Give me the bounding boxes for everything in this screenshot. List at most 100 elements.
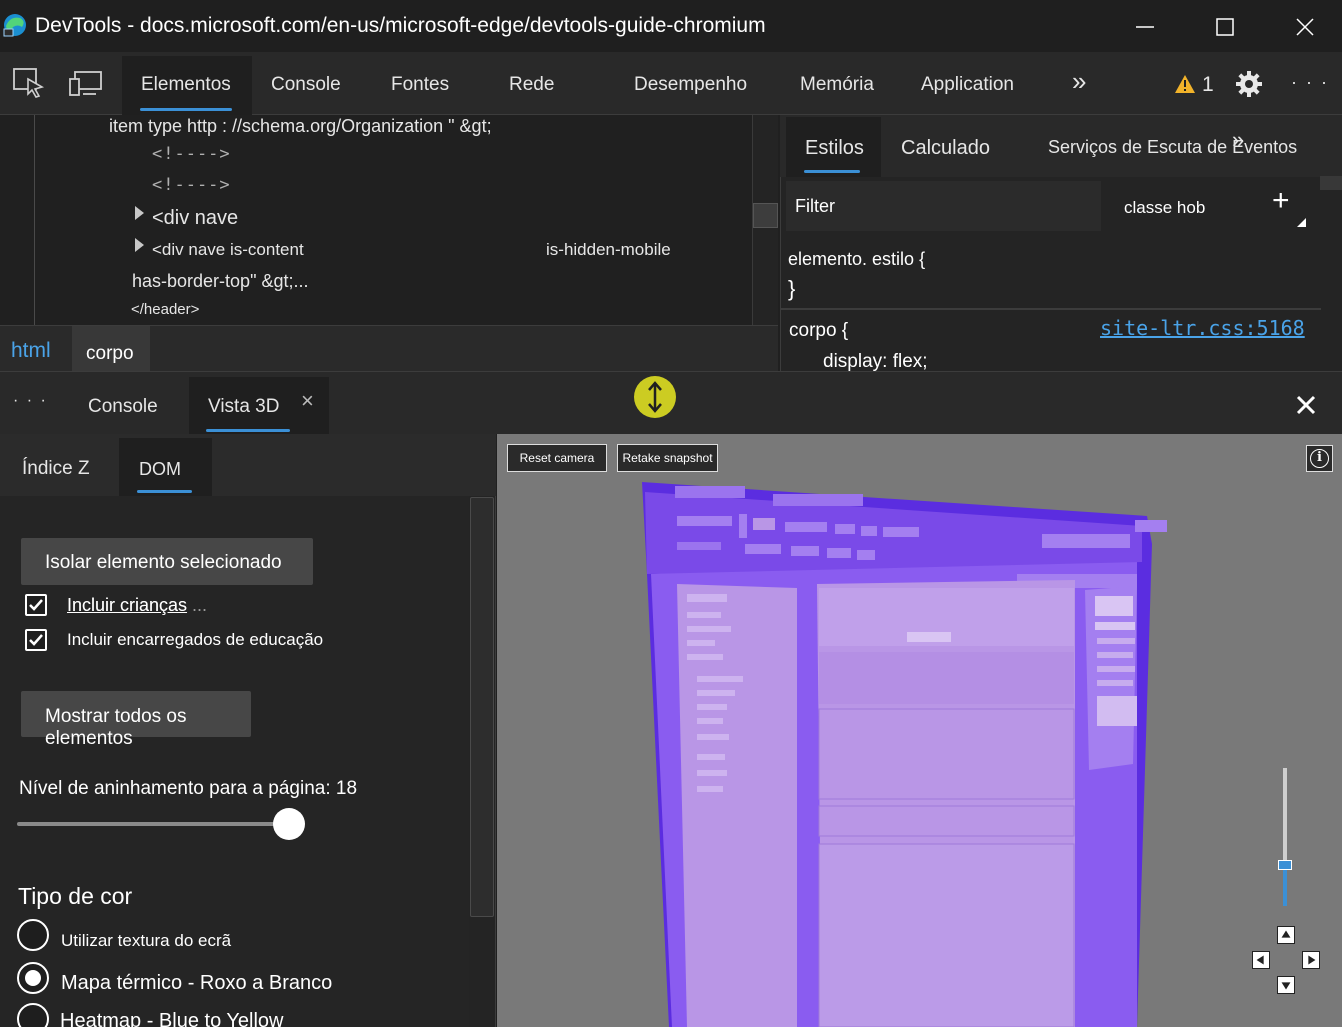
more-tabs-chevron-icon[interactable]: » — [1072, 66, 1086, 97]
tab-event-listeners[interactable]: Serviços de Escuta de Eventos — [1048, 137, 1297, 158]
resize-drag-handle[interactable] — [634, 376, 676, 418]
pan-left-icon[interactable] — [1252, 951, 1270, 969]
breadcrumb-body[interactable]: corpo — [86, 343, 134, 365]
warning-icon[interactable] — [1174, 74, 1196, 94]
tab-performance[interactable]: Desempenho — [634, 74, 747, 96]
new-rule-menu-corner-icon[interactable] — [1297, 218, 1306, 227]
window-title: DevTools - docs.microsoft.com/en-us/micr… — [35, 14, 766, 37]
rule-source-link[interactable]: site-ltr.css:5168 — [1100, 316, 1305, 340]
main-toolbar: Elementos Console Fontes Rede Desempenho… — [0, 52, 1342, 115]
isolate-selected-button[interactable]: Isolar elemento selecionado — [21, 538, 313, 585]
tab-dom[interactable]: DOM — [139, 459, 181, 480]
pan-right-icon[interactable] — [1302, 951, 1320, 969]
radio-heatmap-purple-white-label[interactable]: Mapa térmico - Roxo a Branco — [61, 972, 332, 995]
nesting-slider-thumb[interactable] — [273, 808, 305, 840]
tab-computed[interactable]: Calculado — [901, 137, 990, 160]
tab-z-index[interactable]: Índice Z — [22, 458, 90, 480]
pan-up-icon[interactable] — [1277, 926, 1295, 944]
close-tab-icon[interactable]: × — [301, 388, 314, 414]
hov-cls-toggle[interactable]: classe hob — [1124, 198, 1205, 218]
breadcrumb: html corpo — [0, 325, 778, 372]
3d-view-mode-tabs: Índice Z DOM — [0, 434, 496, 496]
dom-comment-node[interactable]: <!----> — [152, 175, 231, 195]
tab-sources[interactable]: Fontes — [391, 74, 449, 96]
dom-node-div-content[interactable]: <div nave is-content — [152, 240, 304, 260]
include-children-label[interactable]: Incluir crianças — [67, 595, 187, 616]
close-window-icon[interactable] — [1285, 12, 1325, 42]
include-children-checkbox[interactable] — [25, 594, 47, 616]
radio-selected-dot — [25, 970, 41, 986]
minimize-icon[interactable] — [1125, 12, 1165, 42]
3d-page-rendering[interactable] — [497, 434, 1342, 1027]
element-style-selector: elemento. estilo { — [788, 249, 926, 269]
include-parents-label[interactable]: Incluir encarregados de educação — [67, 630, 323, 650]
radio-screen-texture-label[interactable]: Utilizar textura do ecrã — [61, 931, 231, 951]
info-icon: i — [1310, 449, 1329, 468]
radio-heatmap-blue-yellow[interactable] — [17, 1003, 49, 1027]
tab-network[interactable]: Rede — [509, 74, 554, 96]
drawer-tab-3d-view[interactable]: Vista 3D — [208, 396, 279, 418]
checkmark-icon — [29, 599, 43, 611]
styles-active-tab-indicator — [804, 170, 860, 173]
tab-console[interactable]: Console — [271, 74, 341, 96]
edge-devtools-icon — [3, 14, 26, 37]
zoom-slider-fill — [1283, 864, 1287, 906]
window-titlebar: DevTools - docs.microsoft.com/en-us/micr… — [0, 0, 1342, 52]
tree-guide-line — [34, 115, 35, 325]
show-all-elements-button[interactable]: Mostrar todos os elementos — [21, 691, 251, 749]
more-styles-tabs-chevron-icon[interactable]: » — [1232, 127, 1244, 153]
drawer-more-icon[interactable]: · · · — [13, 392, 48, 410]
inspect-element-icon[interactable] — [12, 67, 46, 99]
tab-memory[interactable]: Memória — [800, 74, 874, 96]
dom-scrollbar-thumb[interactable] — [753, 203, 778, 228]
tab-styles[interactable]: Estilos — [805, 137, 864, 160]
radio-heatmap-purple-white[interactable] — [17, 962, 49, 994]
more-options-icon[interactable]: · · · — [1291, 72, 1329, 93]
new-style-rule-icon[interactable]: + — [1272, 186, 1290, 216]
maximize-icon[interactable] — [1205, 12, 1245, 42]
drawer-active-tab-indicator — [206, 429, 290, 432]
breadcrumb-html[interactable]: html — [11, 339, 51, 363]
filter-placeholder: Filter — [795, 196, 835, 216]
dom-tree-pane: item type http : //schema.org/Organizati… — [0, 115, 778, 325]
css-property-display[interactable]: display: flex; — [823, 351, 928, 373]
panel-active-tab-indicator — [137, 490, 192, 493]
tab-elements[interactable]: Elementos — [141, 74, 231, 96]
close-drawer-icon[interactable] — [1295, 394, 1317, 416]
rule-divider — [781, 308, 1321, 310]
expand-triangle-icon[interactable] — [135, 238, 144, 252]
nesting-level-label: Nível de aninhamento para a página: 18 — [19, 778, 358, 799]
dom-comment-node[interactable]: <!----> — [152, 144, 231, 164]
reset-camera-button[interactable]: Reset camera — [507, 444, 607, 472]
dom-node-div-nav[interactable]: <div nave — [152, 207, 238, 230]
radio-heatmap-blue-yellow-label[interactable]: Heatmap - Blue to Yellow — [60, 1010, 283, 1027]
device-emulation-icon[interactable] — [68, 70, 104, 98]
expand-triangle-icon[interactable] — [135, 206, 144, 220]
checkmark-icon — [29, 634, 43, 646]
drawer-tab-console[interactable]: Console — [88, 396, 158, 418]
dom-node-class[interactable]: is-hidden-mobile — [546, 240, 671, 260]
settings-gear-icon[interactable] — [1235, 70, 1263, 98]
styles-scrollbar[interactable] — [1320, 176, 1342, 190]
info-button[interactable]: i — [1306, 445, 1333, 472]
controls-scrollbar-thumb[interactable] — [470, 497, 494, 917]
resize-arrows-icon — [648, 381, 662, 413]
dom-node-close-header[interactable]: </header> — [131, 301, 199, 318]
zoom-slider-thumb[interactable] — [1278, 859, 1292, 870]
body-rule-selector: corpo { — [789, 320, 849, 341]
nesting-slider-track[interactable] — [17, 822, 292, 826]
3d-view-canvas[interactable]: Reset camera Retake snapshot i — [497, 434, 1342, 1027]
retake-snapshot-button[interactable]: Retake snapshot — [617, 444, 718, 472]
warning-count[interactable]: 1 — [1202, 73, 1214, 97]
dom-node-text[interactable]: item type http : //schema.org/Organizati… — [109, 116, 492, 137]
radio-screen-texture[interactable] — [17, 919, 49, 951]
styles-filter-input[interactable]: Filter — [786, 181, 1101, 231]
color-type-heading: Tipo de cor — [18, 883, 133, 909]
pan-down-icon[interactable] — [1277, 976, 1295, 994]
active-tab-indicator — [140, 108, 232, 111]
element-style-close: } — [788, 276, 796, 301]
styles-tabs: Estilos Calculado Serviços de Escuta de … — [780, 115, 1342, 177]
dom-node-class[interactable]: has-border-top" &gt;... — [132, 271, 308, 292]
tab-application[interactable]: Application — [921, 74, 1014, 96]
include-parents-checkbox[interactable] — [25, 629, 47, 651]
